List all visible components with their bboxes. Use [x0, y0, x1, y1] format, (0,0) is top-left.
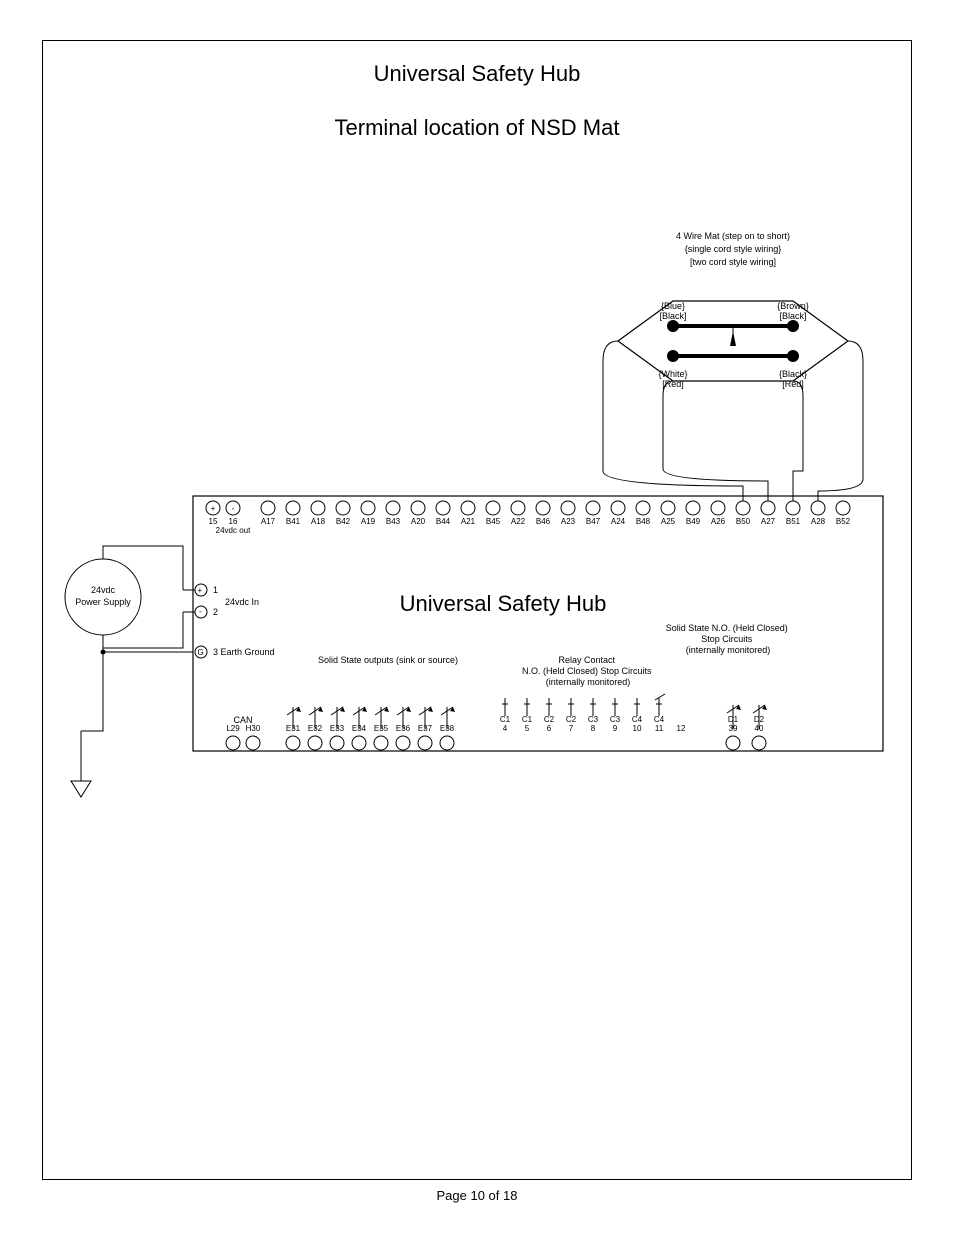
svg-text:A24: A24: [611, 517, 626, 526]
svg-text:B46: B46: [536, 517, 551, 526]
power-supply-block: 24vdc Power Supply + - G 1 2 24vdc In: [65, 546, 275, 797]
svg-text:C1: C1: [500, 715, 511, 724]
svg-text:2: 2: [213, 607, 218, 617]
svg-text:{Black}[Red]: {Black}[Red]: [779, 369, 807, 389]
svg-text:8: 8: [591, 724, 596, 733]
svg-text:C4: C4: [632, 715, 643, 724]
svg-text:A23: A23: [561, 517, 576, 526]
svg-text:A19: A19: [361, 517, 376, 526]
svg-text:B45: B45: [486, 517, 501, 526]
svg-text:B44: B44: [436, 517, 451, 526]
bottom-terminal-row: L29H30E31E32E33E34E35E36E37E38C14C15C26C…: [226, 694, 767, 750]
label-relay: Relay Contact N.O. (Held Closed) Stop Ci…: [522, 655, 654, 687]
svg-text:B50: B50: [736, 517, 751, 526]
svg-text:5: 5: [525, 724, 530, 733]
svg-text:-: -: [199, 607, 202, 616]
svg-text:-: -: [232, 504, 235, 513]
svg-text:C2: C2: [544, 715, 555, 724]
label-24vdc-out: 24vdc out: [216, 526, 251, 535]
svg-text:A26: A26: [711, 517, 726, 526]
svg-text:24vdc: 24vdc: [91, 585, 116, 595]
svg-text:11: 11: [655, 724, 664, 733]
label-can: CAN: [233, 715, 252, 725]
svg-text:{Blue}[Black]: {Blue}[Black]: [659, 301, 686, 321]
hub-center-label: Universal Safety Hub: [400, 591, 607, 616]
svg-text:10: 10: [633, 724, 642, 733]
svg-text:B47: B47: [586, 517, 601, 526]
svg-text:15: 15: [209, 517, 218, 526]
svg-text:+: +: [198, 586, 203, 595]
svg-text:L29: L29: [226, 724, 240, 733]
svg-text:A27: A27: [761, 517, 776, 526]
svg-text:C4: C4: [654, 715, 665, 724]
svg-text:B49: B49: [686, 517, 701, 526]
mat-header-1: {single cord style wiring}: [685, 244, 782, 254]
mat-header-2: [two cord style wiring]: [690, 257, 776, 267]
svg-text:A20: A20: [411, 517, 426, 526]
svg-text:6: 6: [547, 724, 552, 733]
svg-text:A18: A18: [311, 517, 326, 526]
svg-text:A28: A28: [811, 517, 826, 526]
svg-text:A25: A25: [661, 517, 676, 526]
svg-text:C3: C3: [610, 715, 621, 724]
svg-text:B42: B42: [336, 517, 351, 526]
svg-text:B51: B51: [786, 517, 801, 526]
svg-text:B52: B52: [836, 517, 851, 526]
svg-text:{Brown}[Black]: {Brown}[Black]: [777, 301, 809, 321]
svg-text:12: 12: [677, 724, 686, 733]
diagram-sheet: Universal Safety Hub Terminal location o…: [42, 40, 912, 1180]
label-sso: Solid State outputs (sink or source): [318, 655, 458, 665]
svg-text:C3: C3: [588, 715, 599, 724]
svg-text:+: +: [211, 504, 216, 513]
svg-text:24vdc In: 24vdc In: [225, 597, 259, 607]
svg-text:B41: B41: [286, 517, 301, 526]
svg-text:A17: A17: [261, 517, 276, 526]
svg-text:C1: C1: [522, 715, 533, 724]
mat-block: 4 Wire Mat (step on to short) {single co…: [603, 231, 863, 501]
page-footer: Page 10 of 18: [0, 1188, 954, 1203]
svg-text:Power Supply: Power Supply: [75, 597, 131, 607]
svg-text:1: 1: [213, 585, 218, 595]
svg-text:A21: A21: [461, 517, 476, 526]
svg-text:G: G: [198, 648, 204, 657]
svg-text:3 Earth Ground: 3 Earth Ground: [213, 647, 275, 657]
label-ssno: Solid State N.O. (Held Closed) Stop Circ…: [666, 623, 791, 655]
svg-text:B43: B43: [386, 517, 401, 526]
svg-text:C2: C2: [566, 715, 577, 724]
mat-header-0: 4 Wire Mat (step on to short): [676, 231, 790, 241]
svg-text:H30: H30: [246, 724, 261, 733]
svg-text:7: 7: [569, 724, 574, 733]
wiring-diagram: 4 Wire Mat (step on to short) {single co…: [43, 41, 913, 1181]
svg-text:4: 4: [503, 724, 508, 733]
svg-text:A22: A22: [511, 517, 526, 526]
top-terminal-row: + - 15 16 A17 B41 A18 B42 A19 B43 A20 B44 A21 B45 A22 B…: [206, 501, 851, 526]
svg-text:9: 9: [613, 724, 618, 733]
svg-text:B48: B48: [636, 517, 651, 526]
svg-text:{White}[Red]: {White}[Red]: [658, 369, 687, 389]
svg-text:16: 16: [229, 517, 238, 526]
